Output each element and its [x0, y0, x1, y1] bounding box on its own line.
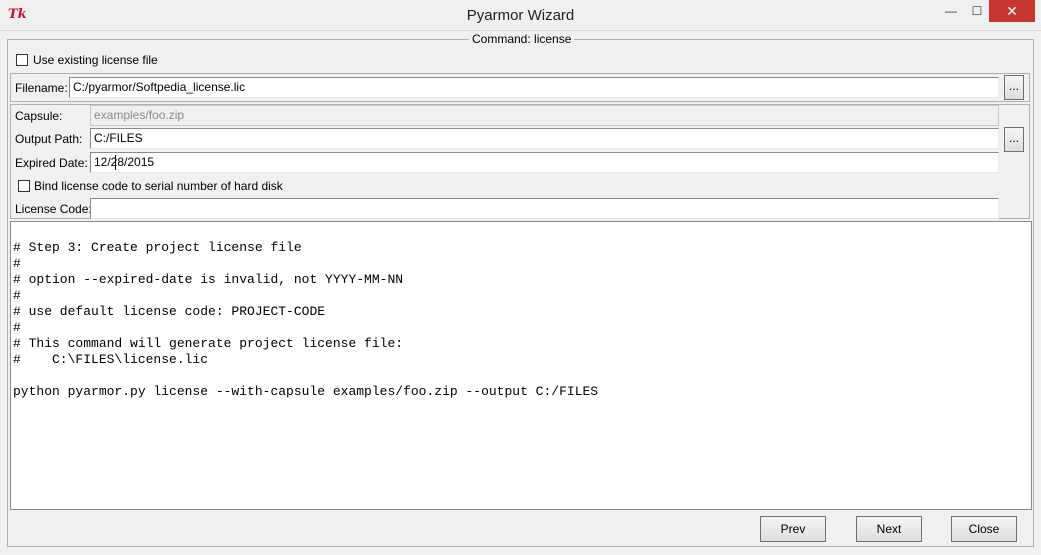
minimize-button[interactable]: —	[938, 0, 964, 22]
output-path-input[interactable]: C:/FILES	[90, 128, 999, 149]
output-path-browse-button[interactable]: ...	[1004, 127, 1024, 152]
console-line: # use default license code: PROJECT-CODE	[13, 304, 326, 319]
bind-hdd-label: Bind license code to serial number of ha…	[34, 179, 283, 193]
maximize-button[interactable]: ☐	[964, 0, 990, 22]
console-line: #	[13, 320, 21, 335]
title-bar[interactable]: Tk Pyarmor Wizard — ☐ ✕	[0, 0, 1041, 31]
console-line: # This command will generate project lic…	[13, 336, 404, 351]
filename-label: Filename:	[15, 81, 68, 95]
capsule-input: examples/foo.zip	[90, 105, 999, 126]
console-line: python pyarmor.py license --with-capsule…	[13, 384, 599, 399]
filename-browse-button[interactable]: ...	[1004, 75, 1024, 100]
capsule-label: Capsule:	[15, 109, 63, 123]
text-cursor	[115, 155, 116, 170]
window-title: Pyarmor Wizard	[466, 7, 575, 24]
console-line: # C:\FILES\license.lic	[13, 352, 209, 367]
console-line: # option --expired-date is invalid, not …	[13, 272, 404, 287]
license-code-label: License Code:	[15, 202, 92, 216]
console-line: # Step 3: Create project license file	[13, 240, 302, 255]
console-line: #	[13, 288, 21, 303]
output-path-label: Output Path:	[15, 132, 83, 146]
use-existing-license-label: Use existing license file	[33, 53, 158, 67]
expired-date-label: Expired Date:	[15, 156, 88, 170]
expired-date-input[interactable]: 12/28/2015	[90, 152, 999, 173]
bind-hdd-checkbox[interactable]	[18, 180, 30, 192]
license-code-input[interactable]	[90, 198, 999, 219]
next-button[interactable]: Next	[856, 516, 922, 542]
use-existing-license-checkbox[interactable]	[16, 54, 28, 66]
prev-button[interactable]: Prev	[760, 516, 826, 542]
console-line: #	[13, 256, 21, 271]
close-window-button[interactable]: ✕	[989, 0, 1035, 22]
command-output-console[interactable]: # Step 3: Create project license file # # …	[10, 221, 1032, 510]
command-frame-legend: Command: license	[469, 32, 575, 46]
filename-input[interactable]: C:/pyarmor/Softpedia_license.lic	[69, 77, 999, 98]
close-button[interactable]: Close	[951, 516, 1017, 542]
